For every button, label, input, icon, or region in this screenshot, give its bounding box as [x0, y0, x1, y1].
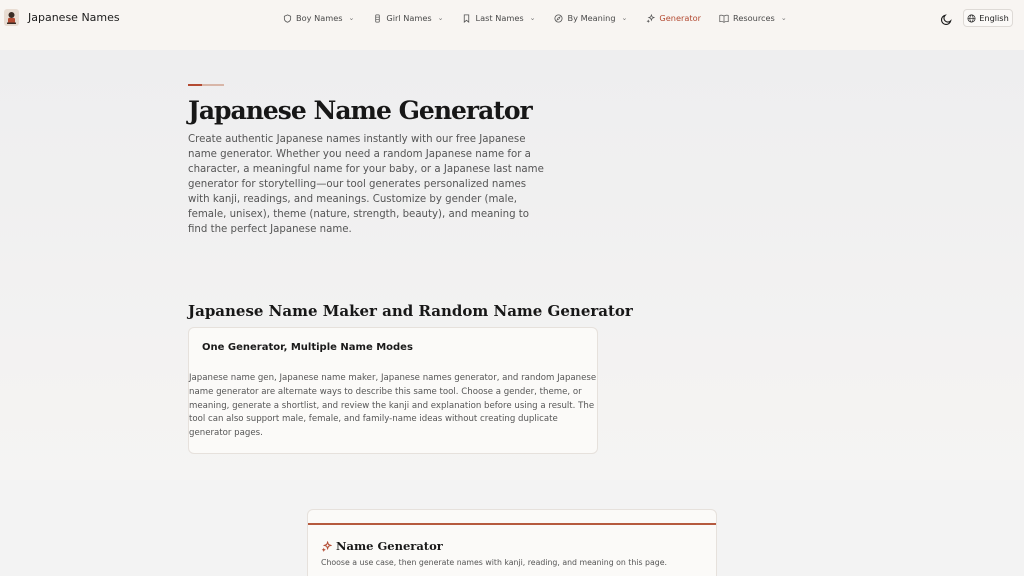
sparkles-icon: [645, 13, 655, 23]
book-icon: [719, 13, 729, 23]
info-card-title: One Generator, Multiple Name Modes: [202, 342, 413, 353]
globe-icon: [967, 14, 976, 22]
chevron-down-icon: ⌄: [780, 14, 787, 22]
nav-label: Generator: [659, 13, 701, 23]
theme-toggle-button[interactable]: [940, 11, 954, 26]
nav-last-names[interactable]: Last Names ⌄: [462, 0, 536, 36]
generator-card-header: Name Generator: [321, 539, 443, 553]
generator-card: Name Generator Choose a use case, then g…: [307, 509, 717, 576]
main-nav: Boy Names ⌄ Girl Names ⌄ Last Names ⌄ By…: [282, 0, 787, 36]
brand-link[interactable]: Japanese Names: [4, 9, 120, 26]
brand-name: Japanese Names: [28, 11, 120, 24]
scroll-icon: [372, 13, 382, 23]
section-title: Japanese Name Maker and Random Name Gene…: [188, 302, 633, 320]
accent-divider: [188, 84, 224, 86]
logo-icon: [4, 9, 19, 26]
language-label: English: [979, 13, 1009, 23]
nav-boy-names[interactable]: Boy Names ⌄: [282, 0, 354, 36]
generator-card-subtitle: Choose a use case, then generate names w…: [321, 558, 667, 567]
compass-icon: [554, 13, 564, 23]
intro-paragraph: Create authentic Japanese names instantl…: [188, 134, 544, 235]
card-accent-bar: [308, 523, 716, 525]
shield-icon: [282, 13, 292, 23]
generator-card-title: Name Generator: [336, 539, 443, 553]
chevron-down-icon: ⌄: [621, 14, 628, 22]
language-selector[interactable]: English: [963, 9, 1013, 27]
sparkles-icon: [321, 540, 332, 552]
nav-by-meaning[interactable]: By Meaning ⌄: [554, 0, 628, 36]
nav-label: Resources: [733, 13, 775, 23]
nav-label: Girl Names: [386, 13, 432, 23]
page-title: Japanese Name Generator: [188, 96, 533, 125]
nav-label: Last Names: [475, 13, 524, 23]
nav-resources[interactable]: Resources ⌄: [719, 0, 787, 36]
chevron-down-icon: ⌄: [437, 14, 444, 22]
nav-generator[interactable]: Generator: [645, 0, 701, 36]
chevron-down-icon: ⌄: [348, 14, 355, 22]
site-header: Japanese Names Boy Names ⌄ Girl Names ⌄ …: [0, 0, 1024, 50]
info-card: One Generator, Multiple Name Modes Japan…: [188, 327, 598, 454]
moon-icon: [940, 14, 952, 26]
nav-girl-names[interactable]: Girl Names ⌄: [372, 0, 444, 36]
nav-label: Boy Names: [296, 13, 343, 23]
info-card-text: Japanese name gen, Japanese name maker, …: [189, 373, 597, 439]
bookmark-icon: [462, 13, 472, 23]
chevron-down-icon: ⌄: [529, 14, 536, 22]
nav-label: By Meaning: [567, 13, 616, 23]
